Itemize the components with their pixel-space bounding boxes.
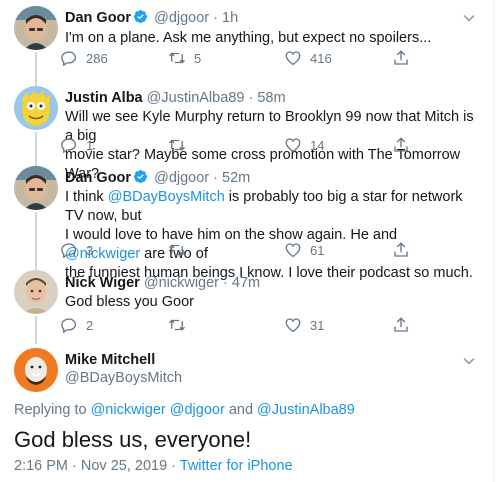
share-button[interactable] — [392, 316, 418, 334]
timestamp[interactable]: 2:16 PM · Nov 25, 2019 · — [14, 458, 180, 474]
tweet-text-segment: I think — [65, 189, 108, 205]
main-tweet[interactable]: Mike Mitchell @BDayBoysMitch Replying to… — [0, 340, 493, 482]
share-icon — [394, 242, 408, 257]
share-button[interactable] — [392, 49, 418, 67]
tweet-actions: 286 5 416 — [58, 49, 458, 69]
avatar-nickwiger[interactable] — [14, 270, 58, 314]
author-name[interactable]: Nick Wiger — [65, 275, 140, 291]
reply-button[interactable]: 1 — [60, 136, 93, 154]
replying-and: and — [224, 402, 258, 418]
share-icon — [394, 317, 408, 332]
like-count: 14 — [310, 137, 325, 153]
retweet-button[interactable] — [168, 316, 194, 334]
mention-link[interactable]: @nickwiger — [91, 402, 166, 418]
avatar-bdayboysmitch[interactable] — [14, 348, 58, 392]
tweet-nickwiger[interactable]: Nick Wiger @nickwiger · 47m God bless yo… — [0, 264, 493, 340]
retweet-icon — [169, 244, 185, 256]
reply-count: 1 — [86, 137, 94, 153]
share-button[interactable] — [392, 241, 418, 259]
retweet-icon — [169, 52, 185, 64]
like-count: 416 — [310, 50, 332, 66]
author-handle[interactable]: @nickwiger — [144, 275, 219, 291]
tweet-text: I'm on a plane. Ask me anything, but exp… — [65, 30, 432, 46]
conversation-thread: Dan Goor @djgoor · 1h I'm on a plane. As… — [0, 0, 494, 482]
tweet-header: Dan Goor @djgoor · 1h — [65, 9, 238, 27]
chevron-down-icon[interactable] — [462, 354, 476, 368]
retweet-button[interactable] — [168, 136, 194, 154]
like-count: 61 — [310, 242, 325, 258]
tweet-actions: 3 61 — [58, 241, 458, 261]
tweet-meta: 2:16 PM · Nov 25, 2019 · Twitter for iPh… — [14, 458, 293, 474]
separator-dot: · — [223, 275, 228, 291]
like-icon — [285, 243, 301, 258]
tweet-header: Nick Wiger @nickwiger · 47m — [65, 274, 260, 292]
tweet-justinalba[interactable]: Justin Alba @JustinAlba89 · 58m Will we … — [0, 80, 493, 182]
author-handle[interactable]: @JustinAlba89 — [147, 90, 245, 106]
author-handle[interactable]: @djgoor — [154, 10, 209, 26]
tweet-djgoor-1[interactable]: Dan Goor @djgoor · 1h I'm on a plane. As… — [0, 0, 493, 80]
tweet-time[interactable]: 52m — [222, 170, 250, 186]
like-button[interactable]: 416 — [284, 49, 332, 67]
reply-button[interactable]: 286 — [60, 49, 108, 67]
reply-button[interactable]: 3 — [60, 241, 93, 259]
retweet-button[interactable] — [168, 241, 194, 259]
tweet-actions: 2 31 — [58, 316, 458, 336]
reply-icon — [61, 318, 77, 334]
tweet-time[interactable]: 58m — [257, 90, 285, 106]
tweet-header: Justin Alba @JustinAlba89 · 58m — [65, 89, 286, 107]
retweet-icon — [169, 139, 185, 151]
retweet-count: 5 — [194, 50, 202, 66]
author-name[interactable]: Mike Mitchell — [65, 352, 155, 368]
like-button[interactable]: 31 — [284, 316, 324, 334]
like-button[interactable]: 14 — [284, 136, 324, 154]
author-handle[interactable]: @BDayBoysMitch — [65, 370, 182, 386]
like-button[interactable]: 61 — [284, 241, 324, 259]
main-tweet-text: God bless us, everyone! — [14, 427, 252, 452]
tweet-header: Dan Goor @djgoor · 52m — [65, 169, 250, 187]
mention-link[interactable]: @BDayBoysMitch — [108, 189, 225, 205]
share-icon — [394, 137, 408, 152]
tweet-time[interactable]: 1h — [222, 10, 238, 26]
mention-link[interactable]: @djgoor — [170, 402, 225, 418]
separator-dot: · — [248, 90, 254, 106]
tweet-time[interactable]: 47m — [232, 275, 260, 291]
replying-label: Replying to — [14, 402, 91, 418]
like-icon — [285, 51, 301, 66]
retweet-button[interactable]: 5 — [168, 49, 201, 67]
share-icon — [394, 50, 408, 65]
author-name[interactable]: Dan Goor — [65, 10, 131, 26]
reply-count: 2 — [86, 317, 94, 333]
author-handle[interactable]: @djgoor — [154, 170, 209, 186]
reply-icon — [61, 51, 77, 67]
author-name[interactable]: Justin Alba — [65, 90, 143, 106]
avatar-djgoor[interactable] — [14, 6, 58, 50]
verified-badge-icon — [133, 9, 148, 24]
tweet-djgoor-2[interactable]: Dan Goor @djgoor · 52m I think @BDayBoys… — [0, 160, 493, 281]
separator-dot: · — [213, 10, 218, 26]
reply-button[interactable]: 2 — [60, 316, 93, 334]
reply-icon — [61, 243, 77, 259]
reply-count: 286 — [86, 50, 108, 66]
like-icon — [285, 318, 301, 333]
like-icon — [285, 138, 301, 153]
reply-count: 3 — [86, 242, 94, 258]
replying-to: Replying to @nickwiger @djgoor and @Just… — [14, 402, 355, 418]
retweet-icon — [169, 319, 185, 331]
mention-link[interactable]: @JustinAlba89 — [257, 402, 355, 418]
avatar-justinalba[interactable] — [14, 86, 58, 130]
author-name[interactable]: Dan Goor — [65, 170, 131, 186]
verified-badge-icon — [133, 169, 148, 184]
source-link[interactable]: Twitter for iPhone — [180, 458, 293, 474]
share-button[interactable] — [392, 136, 418, 154]
tweet-text: God bless you Goor — [65, 294, 194, 310]
avatar-djgoor[interactable] — [14, 166, 58, 210]
separator-dot: · — [213, 170, 218, 186]
reply-icon — [61, 138, 77, 154]
tweet-actions: 1 14 — [58, 136, 458, 156]
chevron-down-icon[interactable] — [462, 11, 476, 25]
like-count: 31 — [310, 317, 325, 333]
